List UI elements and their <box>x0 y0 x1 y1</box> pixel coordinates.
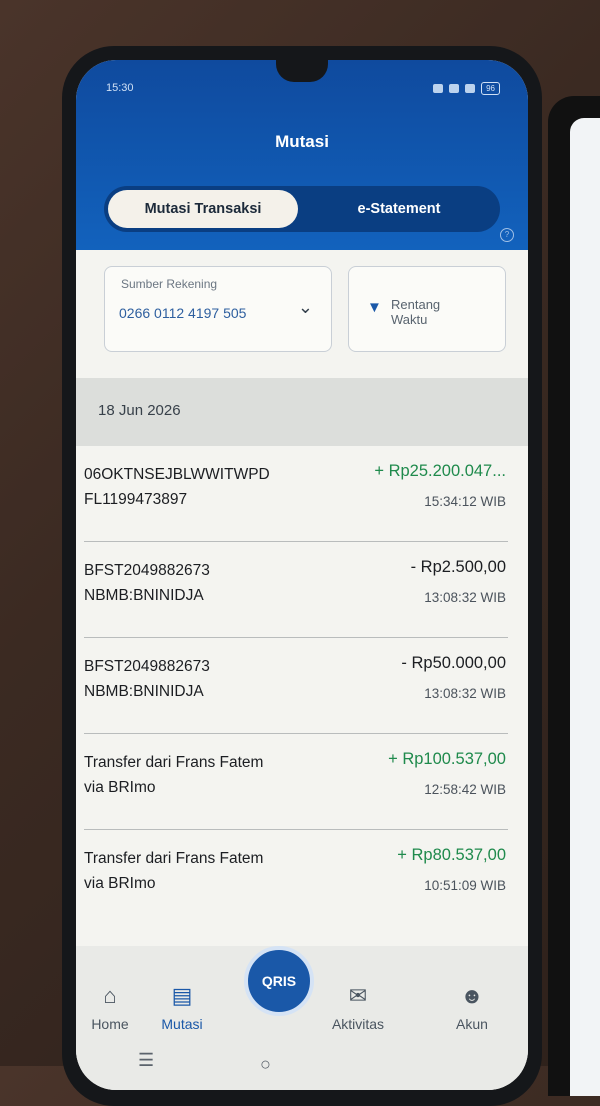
account-number: 0266 0112 4197 505 <box>119 305 247 321</box>
transaction-amount: + Rp80.537,00 <box>397 846 506 864</box>
transaction-description: Transfer dari Frans Fatem via BRImo <box>84 750 324 800</box>
date-range-button[interactable]: ▼ Rentang Waktu <box>348 266 506 352</box>
source-label: Sumber Rekening <box>121 277 218 291</box>
nav-aktivitas-label: Aktivitas <box>331 1016 385 1032</box>
account-source-dropdown[interactable]: Sumber Rekening 0266 0112 4197 505 ⌄ <box>104 266 332 352</box>
date-group-header: 18 Jun 2026 <box>76 378 528 446</box>
transaction-amount: - Rp50.000,00 <box>401 654 506 672</box>
background-device-screen <box>570 118 600 1096</box>
envelope-icon: ✉ <box>348 983 368 1008</box>
transaction-row[interactable]: 06OKTNSEJBLWWITWPD FL1199473897 + Rp25.2… <box>76 446 528 542</box>
document-list-icon: ▤ <box>171 983 193 1008</box>
transaction-line1: Transfer dari Frans Fatem <box>84 754 264 771</box>
help-icon[interactable]: ? <box>500 228 514 242</box>
transaction-description: Transfer dari Frans Fatem via BRImo <box>84 846 324 896</box>
nav-aktivitas[interactable]: ✉ Aktivitas <box>318 982 398 1032</box>
transaction-line2: via BRImo <box>84 875 156 892</box>
transaction-line2: via BRImo <box>84 779 156 796</box>
tab-bar: Mutasi Transaksi e-Statement <box>104 186 500 232</box>
status-time: 15:30 <box>106 82 134 94</box>
transaction-row[interactable]: Transfer dari Frans Fatem via BRImo + Rp… <box>76 830 528 926</box>
nav-akun-label: Akun <box>456 1016 488 1032</box>
app-screen: 15:30 96 Mutasi Mutasi Transaksi e-State… <box>76 60 528 1090</box>
home-system-icon[interactable]: ○ <box>260 1054 271 1075</box>
home-icon: ⌂ <box>103 983 117 1008</box>
tab-mutasi-transaksi[interactable]: Mutasi Transaksi <box>108 190 298 228</box>
transaction-description: BFST2049882673 NBMB:BNINIDJA <box>84 558 324 608</box>
background-device <box>548 96 600 1096</box>
recent-apps-icon[interactable]: ☰ <box>138 1050 154 1071</box>
nav-akun[interactable]: ☻ Akun <box>432 982 512 1032</box>
transaction-line2: FL1199473897 <box>84 491 188 508</box>
transaction-row[interactable]: BFST2049882673 NBMB:BNINIDJA - Rp2.500,0… <box>76 542 528 638</box>
system-navigation-bar: ☰ ○ <box>76 1050 528 1090</box>
transaction-line2: NBMB:BNINIDJA <box>84 683 204 700</box>
app-header: 15:30 96 Mutasi Mutasi Transaksi e-State… <box>76 60 528 250</box>
signal-icon <box>465 83 476 93</box>
transaction-time: 13:08:32 WIB <box>424 590 506 605</box>
qris-button[interactable]: QRIS <box>244 946 314 1016</box>
chevron-down-icon: ⌄ <box>297 297 313 317</box>
user-icon: ☻ <box>460 983 484 1008</box>
transaction-row[interactable]: BFST2049882673 NBMB:BNINIDJA - Rp50.000,… <box>76 638 528 734</box>
nav-mutasi-label: Mutasi <box>161 1016 203 1032</box>
battery-indicator: 96 <box>481 81 500 95</box>
transaction-time: 12:58:42 WIB <box>424 782 506 797</box>
page-title: Mutasi <box>275 132 329 151</box>
transaction-line1: BFST2049882673 <box>84 658 210 675</box>
alarm-icon <box>433 83 444 93</box>
transaction-line2: NBMB:BNINIDJA <box>84 587 204 604</box>
transaction-time: 10:51:09 WIB <box>424 878 506 893</box>
tab-e-statement[interactable]: e-Statement <box>304 190 494 228</box>
nav-mutasi[interactable]: ▤ Mutasi <box>142 982 222 1032</box>
transaction-time: 15:34:12 WIB <box>424 494 506 509</box>
transaction-line1: BFST2049882673 <box>84 562 210 579</box>
date-group-label: 18 Jun 2026 <box>98 402 181 419</box>
filter-icon: ▼ <box>367 299 382 316</box>
transaction-amount: + Rp25.200.047... <box>374 462 506 480</box>
status-icons: 96 <box>433 81 500 95</box>
filter-section: Sumber Rekening 0266 0112 4197 505 ⌄ ▼ R… <box>76 250 528 378</box>
transaction-description: 06OKTNSEJBLWWITWPD FL1199473897 <box>84 462 324 512</box>
transaction-row[interactable]: Transfer dari Frans Fatem via BRImo + Rp… <box>76 734 528 830</box>
transaction-line1: 06OKTNSEJBLWWITWPD <box>84 466 270 483</box>
phone-frame: 15:30 96 Mutasi Mutasi Transaksi e-State… <box>62 46 542 1106</box>
transaction-amount: + Rp100.537,00 <box>388 750 506 768</box>
status-bar: 15:30 96 <box>106 78 500 98</box>
transaction-list: 06OKTNSEJBLWWITWPD FL1199473897 + Rp25.2… <box>76 446 528 946</box>
nav-home[interactable]: ⌂ Home <box>76 982 150 1032</box>
transaction-line1: Transfer dari Frans Fatem <box>84 850 264 867</box>
nav-home-label: Home <box>91 1016 129 1032</box>
date-range-label: Rentang Waktu <box>391 297 441 327</box>
transaction-amount: - Rp2.500,00 <box>410 558 506 576</box>
wifi-icon <box>449 83 460 93</box>
transaction-description: BFST2049882673 NBMB:BNINIDJA <box>84 654 324 704</box>
transaction-time: 13:08:32 WIB <box>424 686 506 701</box>
